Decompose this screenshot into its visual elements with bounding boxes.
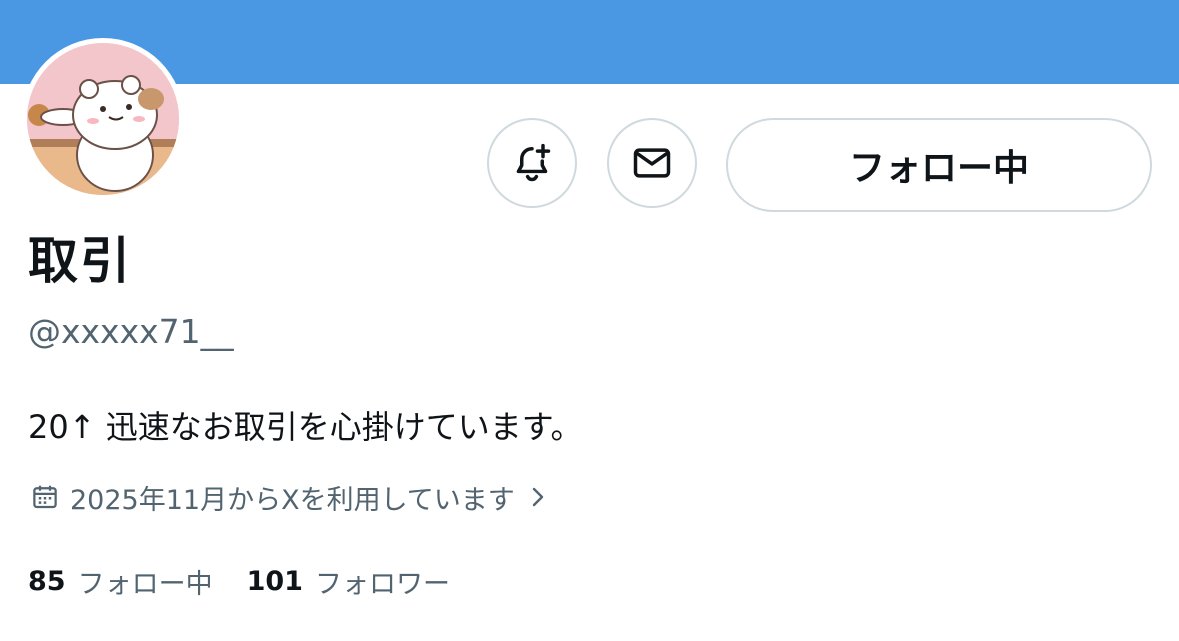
followers-stat[interactable]: 101 フォロワー (247, 562, 450, 601)
bio: 20↑ 迅速なお取引を心掛けています。 (28, 408, 583, 446)
follow-stats: 85 フォロー中 101 フォロワー (28, 558, 484, 604)
joined-text: 2025年11月からXを利用しています (70, 484, 515, 516)
avatar-image (27, 43, 179, 195)
chevron-right-icon (527, 484, 549, 510)
notify-button[interactable] (487, 118, 577, 208)
message-button[interactable] (607, 118, 697, 208)
display-name: 取引 (28, 232, 132, 290)
following-label: フォロー中 (77, 568, 213, 600)
handle: @xxxxx71__ (28, 312, 234, 351)
avatar-ring (22, 38, 184, 200)
avatar[interactable] (27, 43, 179, 195)
profile-banner[interactable] (0, 0, 1179, 84)
followers-count: 101 (246, 565, 303, 597)
bell-plus-icon (510, 141, 554, 185)
calendar-icon (30, 482, 60, 512)
following-count: 85 (28, 565, 66, 597)
joined-date[interactable]: 2025年11月からXを利用しています (30, 476, 549, 518)
following-stat[interactable]: 85 フォロー中 (28, 562, 213, 601)
followers-label: フォロワー (314, 568, 450, 600)
following-button[interactable]: フォロー中 (726, 118, 1152, 212)
envelope-icon (630, 141, 674, 185)
